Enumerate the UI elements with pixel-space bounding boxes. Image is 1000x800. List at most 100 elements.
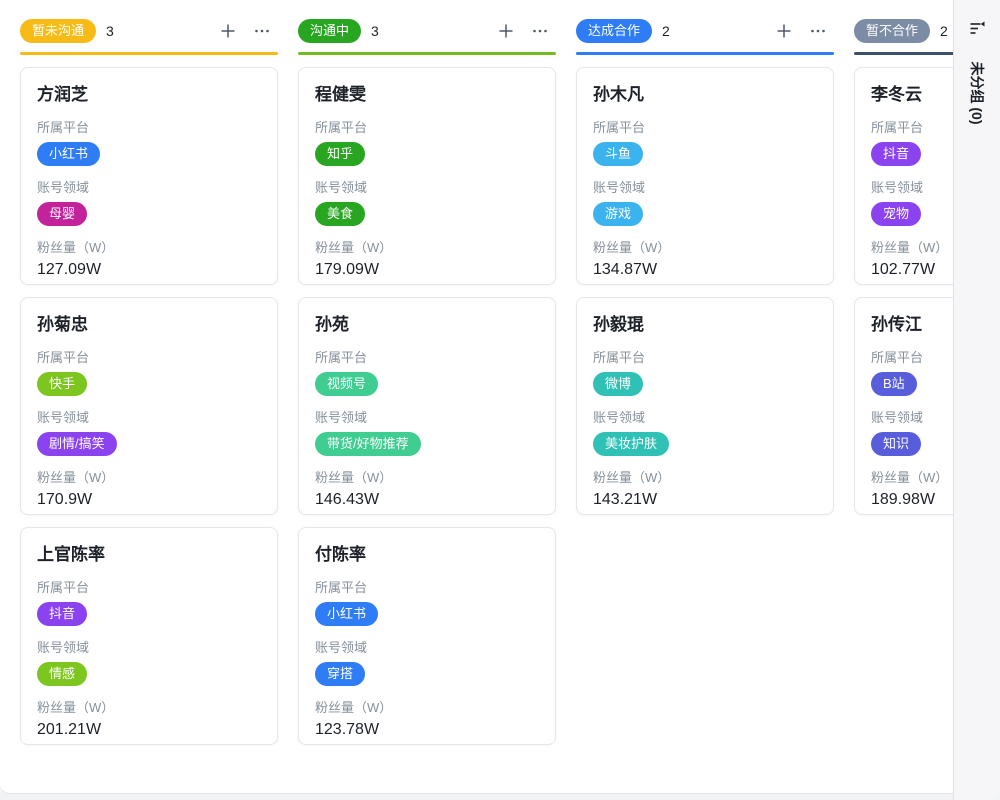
- platform-label: 所属平台: [37, 579, 261, 596]
- platform-label: 所属平台: [315, 579, 539, 596]
- domain-tag: 宠物: [871, 202, 921, 226]
- card-name: 方润芝: [37, 84, 261, 106]
- column-header: 暂未沟通 3: [20, 18, 278, 44]
- column-count: 2: [940, 23, 948, 39]
- platform-label: 所属平台: [593, 349, 817, 366]
- fans-value: 146.43W: [315, 491, 539, 509]
- column-status-badge: 暂未沟通: [20, 19, 96, 43]
- domain-tag: 剧情/搞笑: [37, 432, 117, 456]
- card-name: 付陈率: [315, 544, 539, 566]
- collapse-list-icon[interactable]: [969, 20, 986, 42]
- column-more-button[interactable]: [252, 21, 272, 41]
- add-card-button[interactable]: [496, 21, 516, 41]
- fans-value: 179.09W: [315, 261, 539, 279]
- domain-tag: 美妆护肤: [593, 432, 669, 456]
- add-card-button[interactable]: [774, 21, 794, 41]
- column-actions: [774, 21, 834, 41]
- domain-label: 账号领域: [37, 639, 261, 656]
- column-actions: [496, 21, 556, 41]
- platform-tag: 斗鱼: [593, 142, 643, 166]
- platform-label: 所属平台: [315, 119, 539, 136]
- kanban-column: 沟通中 3 程健雯: [298, 18, 556, 745]
- kanban-column: 达成合作 2 孙木凡: [576, 18, 834, 745]
- column-header: 沟通中 3: [298, 18, 556, 44]
- column-count: 3: [371, 23, 379, 39]
- platform-label: 所属平台: [593, 119, 817, 136]
- platform-tag: 抖音: [871, 142, 921, 166]
- domain-tag: 知识: [871, 432, 921, 456]
- card-name: 程健雯: [315, 84, 539, 106]
- card-name: 孙苑: [315, 314, 539, 336]
- influencer-card[interactable]: 孙毅琨 所属平台 微博 账号领域 美妆护肤 粉丝量（W） 143.21W: [576, 297, 834, 515]
- domain-tag: 游戏: [593, 202, 643, 226]
- card-name: 孙菊忠: [37, 314, 261, 336]
- domain-label: 账号领域: [593, 409, 817, 426]
- column-count: 2: [662, 23, 670, 39]
- fans-label: 粉丝量（W）: [37, 239, 261, 256]
- column-actions: [218, 21, 278, 41]
- domain-tag: 美食: [315, 202, 365, 226]
- fans-value: 134.87W: [593, 261, 817, 279]
- card-name: 上官陈率: [37, 544, 261, 566]
- column-status-badge: 暂不合作: [854, 19, 930, 43]
- ungrouped-sidebar[interactable]: 未分组 (0): [953, 0, 1000, 800]
- column-header: 达成合作 2: [576, 18, 834, 44]
- fans-value: 143.21W: [593, 491, 817, 509]
- column-more-button[interactable]: [530, 21, 550, 41]
- fans-value: 170.9W: [37, 491, 261, 509]
- domain-label: 账号领域: [315, 179, 539, 196]
- fans-label: 粉丝量（W）: [315, 239, 539, 256]
- fans-label: 粉丝量（W）: [37, 469, 261, 486]
- column-more-button[interactable]: [808, 21, 828, 41]
- domain-label: 账号领域: [315, 409, 539, 426]
- kanban-app: 暂未沟通 3 方润芝: [0, 0, 1000, 800]
- platform-tag: 知乎: [315, 142, 365, 166]
- influencer-card[interactable]: 上官陈率 所属平台 抖音 账号领域 情感 粉丝量（W） 201.21W: [20, 527, 278, 745]
- domain-tag: 情感: [37, 662, 87, 686]
- kanban-column: 暂未沟通 3 方润芝: [20, 18, 278, 745]
- column-count: 3: [106, 23, 114, 39]
- fans-label: 粉丝量（W）: [315, 699, 539, 716]
- add-card-button[interactable]: [218, 21, 238, 41]
- influencer-card[interactable]: 程健雯 所属平台 知乎 账号领域 美食 粉丝量（W） 179.09W: [298, 67, 556, 285]
- card-name: 孙木凡: [593, 84, 817, 106]
- platform-tag: 小红书: [37, 142, 100, 166]
- column-underline: [576, 52, 834, 55]
- domain-tag: 带货/好物推荐: [315, 432, 421, 456]
- influencer-card[interactable]: 孙木凡 所属平台 斗鱼 账号领域 游戏 粉丝量（W） 134.87W: [576, 67, 834, 285]
- card-name: 孙毅琨: [593, 314, 817, 336]
- fans-value: 201.21W: [37, 721, 261, 739]
- domain-label: 账号领域: [37, 409, 261, 426]
- fans-value: 123.78W: [315, 721, 539, 739]
- domain-label: 账号领域: [315, 639, 539, 656]
- platform-label: 所属平台: [315, 349, 539, 366]
- platform-tag: 小红书: [315, 602, 378, 626]
- kanban-columns: 暂未沟通 3 方润芝: [0, 0, 1000, 745]
- ungrouped-label: 未分组 (0): [967, 62, 987, 125]
- platform-tag: 视频号: [315, 372, 378, 396]
- domain-label: 账号领域: [37, 179, 261, 196]
- column-cards: 方润芝 所属平台 小红书 账号领域 母婴 粉丝量（W） 127.09W 孙菊忠 …: [20, 67, 278, 745]
- board-panel: 暂未沟通 3 方润芝: [0, 0, 1000, 794]
- fans-value: 127.09W: [37, 261, 261, 279]
- column-underline: [298, 52, 556, 55]
- influencer-card[interactable]: 孙苑 所属平台 视频号 账号领域 带货/好物推荐 粉丝量（W） 146.43W: [298, 297, 556, 515]
- fans-label: 粉丝量（W）: [593, 239, 817, 256]
- fans-label: 粉丝量（W）: [315, 469, 539, 486]
- influencer-card[interactable]: 付陈率 所属平台 小红书 账号领域 穿搭 粉丝量（W） 123.78W: [298, 527, 556, 745]
- fans-label: 粉丝量（W）: [593, 469, 817, 486]
- domain-tag: 穿搭: [315, 662, 365, 686]
- fans-label: 粉丝量（W）: [37, 699, 261, 716]
- platform-label: 所属平台: [37, 119, 261, 136]
- column-status-badge: 沟通中: [298, 19, 361, 43]
- platform-label: 所属平台: [37, 349, 261, 366]
- platform-tag: 微博: [593, 372, 643, 396]
- column-underline: [20, 52, 278, 55]
- domain-label: 账号领域: [593, 179, 817, 196]
- influencer-card[interactable]: 方润芝 所属平台 小红书 账号领域 母婴 粉丝量（W） 127.09W: [20, 67, 278, 285]
- column-status-badge: 达成合作: [576, 19, 652, 43]
- influencer-card[interactable]: 孙菊忠 所属平台 快手 账号领域 剧情/搞笑 粉丝量（W） 170.9W: [20, 297, 278, 515]
- column-cards: 孙木凡 所属平台 斗鱼 账号领域 游戏 粉丝量（W） 134.87W 孙毅琨 所…: [576, 67, 834, 515]
- domain-tag: 母婴: [37, 202, 87, 226]
- platform-tag: 快手: [37, 372, 87, 396]
